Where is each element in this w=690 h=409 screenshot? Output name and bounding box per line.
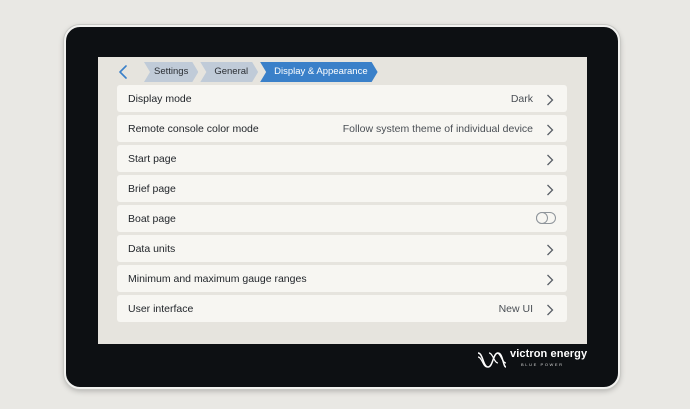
victron-logo-icon [476, 350, 508, 375]
setting-label: Minimum and maximum gauge ranges [128, 272, 307, 285]
brand-logo: victron energy BLUE POWER [476, 348, 596, 370]
setting-boat-page[interactable]: Boat page [117, 205, 567, 232]
setting-label: Brief page [128, 182, 176, 195]
chevron-right-icon [546, 273, 554, 286]
breadcrumb-settings[interactable]: Settings [144, 62, 198, 82]
setting-value: Dark [510, 92, 533, 105]
chevron-right-icon [546, 93, 554, 106]
top-bar: Settings General Display & Appearance [98, 57, 587, 85]
setting-start-page[interactable]: Start page [117, 145, 567, 172]
setting-brief-page[interactable]: Brief page [117, 175, 567, 202]
chevron-right-icon [546, 303, 554, 316]
breadcrumb: Settings General Display & Appearance [144, 62, 380, 82]
chevron-right-icon [546, 153, 554, 166]
brand-name: victron energy [510, 348, 588, 360]
setting-label: Start page [128, 152, 177, 165]
setting-value: New UI [498, 302, 533, 315]
setting-value: Follow system theme of individual device [342, 122, 533, 135]
breadcrumb-general[interactable]: General [200, 62, 258, 82]
boat-page-toggle[interactable] [536, 212, 556, 224]
chevron-right-icon [546, 183, 554, 196]
screen: Settings General Display & Appearance Di… [98, 57, 587, 344]
setting-data-units[interactable]: Data units [117, 235, 567, 262]
settings-list: Display mode Dark Remote console color m… [117, 85, 567, 325]
setting-gauge-ranges[interactable]: Minimum and maximum gauge ranges [117, 265, 567, 292]
chevron-right-icon [546, 243, 554, 256]
chevron-right-icon [546, 123, 554, 136]
setting-label: User interface [128, 302, 194, 315]
setting-label: Remote console color mode [128, 122, 259, 135]
setting-user-interface[interactable]: User interface New UI [117, 295, 567, 322]
setting-label: Data units [128, 242, 176, 255]
setting-label: Display mode [128, 92, 192, 105]
back-chevron-icon[interactable] [118, 65, 130, 79]
setting-label: Boat page [128, 212, 176, 225]
brand-tagline: BLUE POWER [521, 362, 564, 367]
setting-remote-console-color-mode[interactable]: Remote console color mode Follow system … [117, 115, 567, 142]
toggle-knob [536, 212, 548, 224]
breadcrumb-display-appearance[interactable]: Display & Appearance [260, 62, 377, 82]
setting-display-mode[interactable]: Display mode Dark [117, 85, 567, 112]
